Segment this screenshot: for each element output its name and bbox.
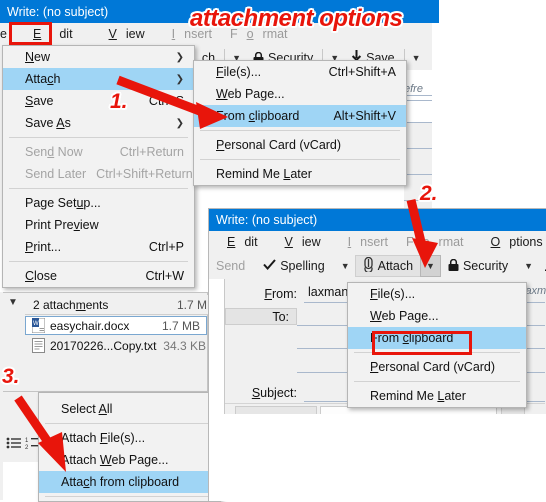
annotation-step-3: 3. (2, 365, 20, 388)
annotation-arrow-3 (14, 395, 66, 472)
